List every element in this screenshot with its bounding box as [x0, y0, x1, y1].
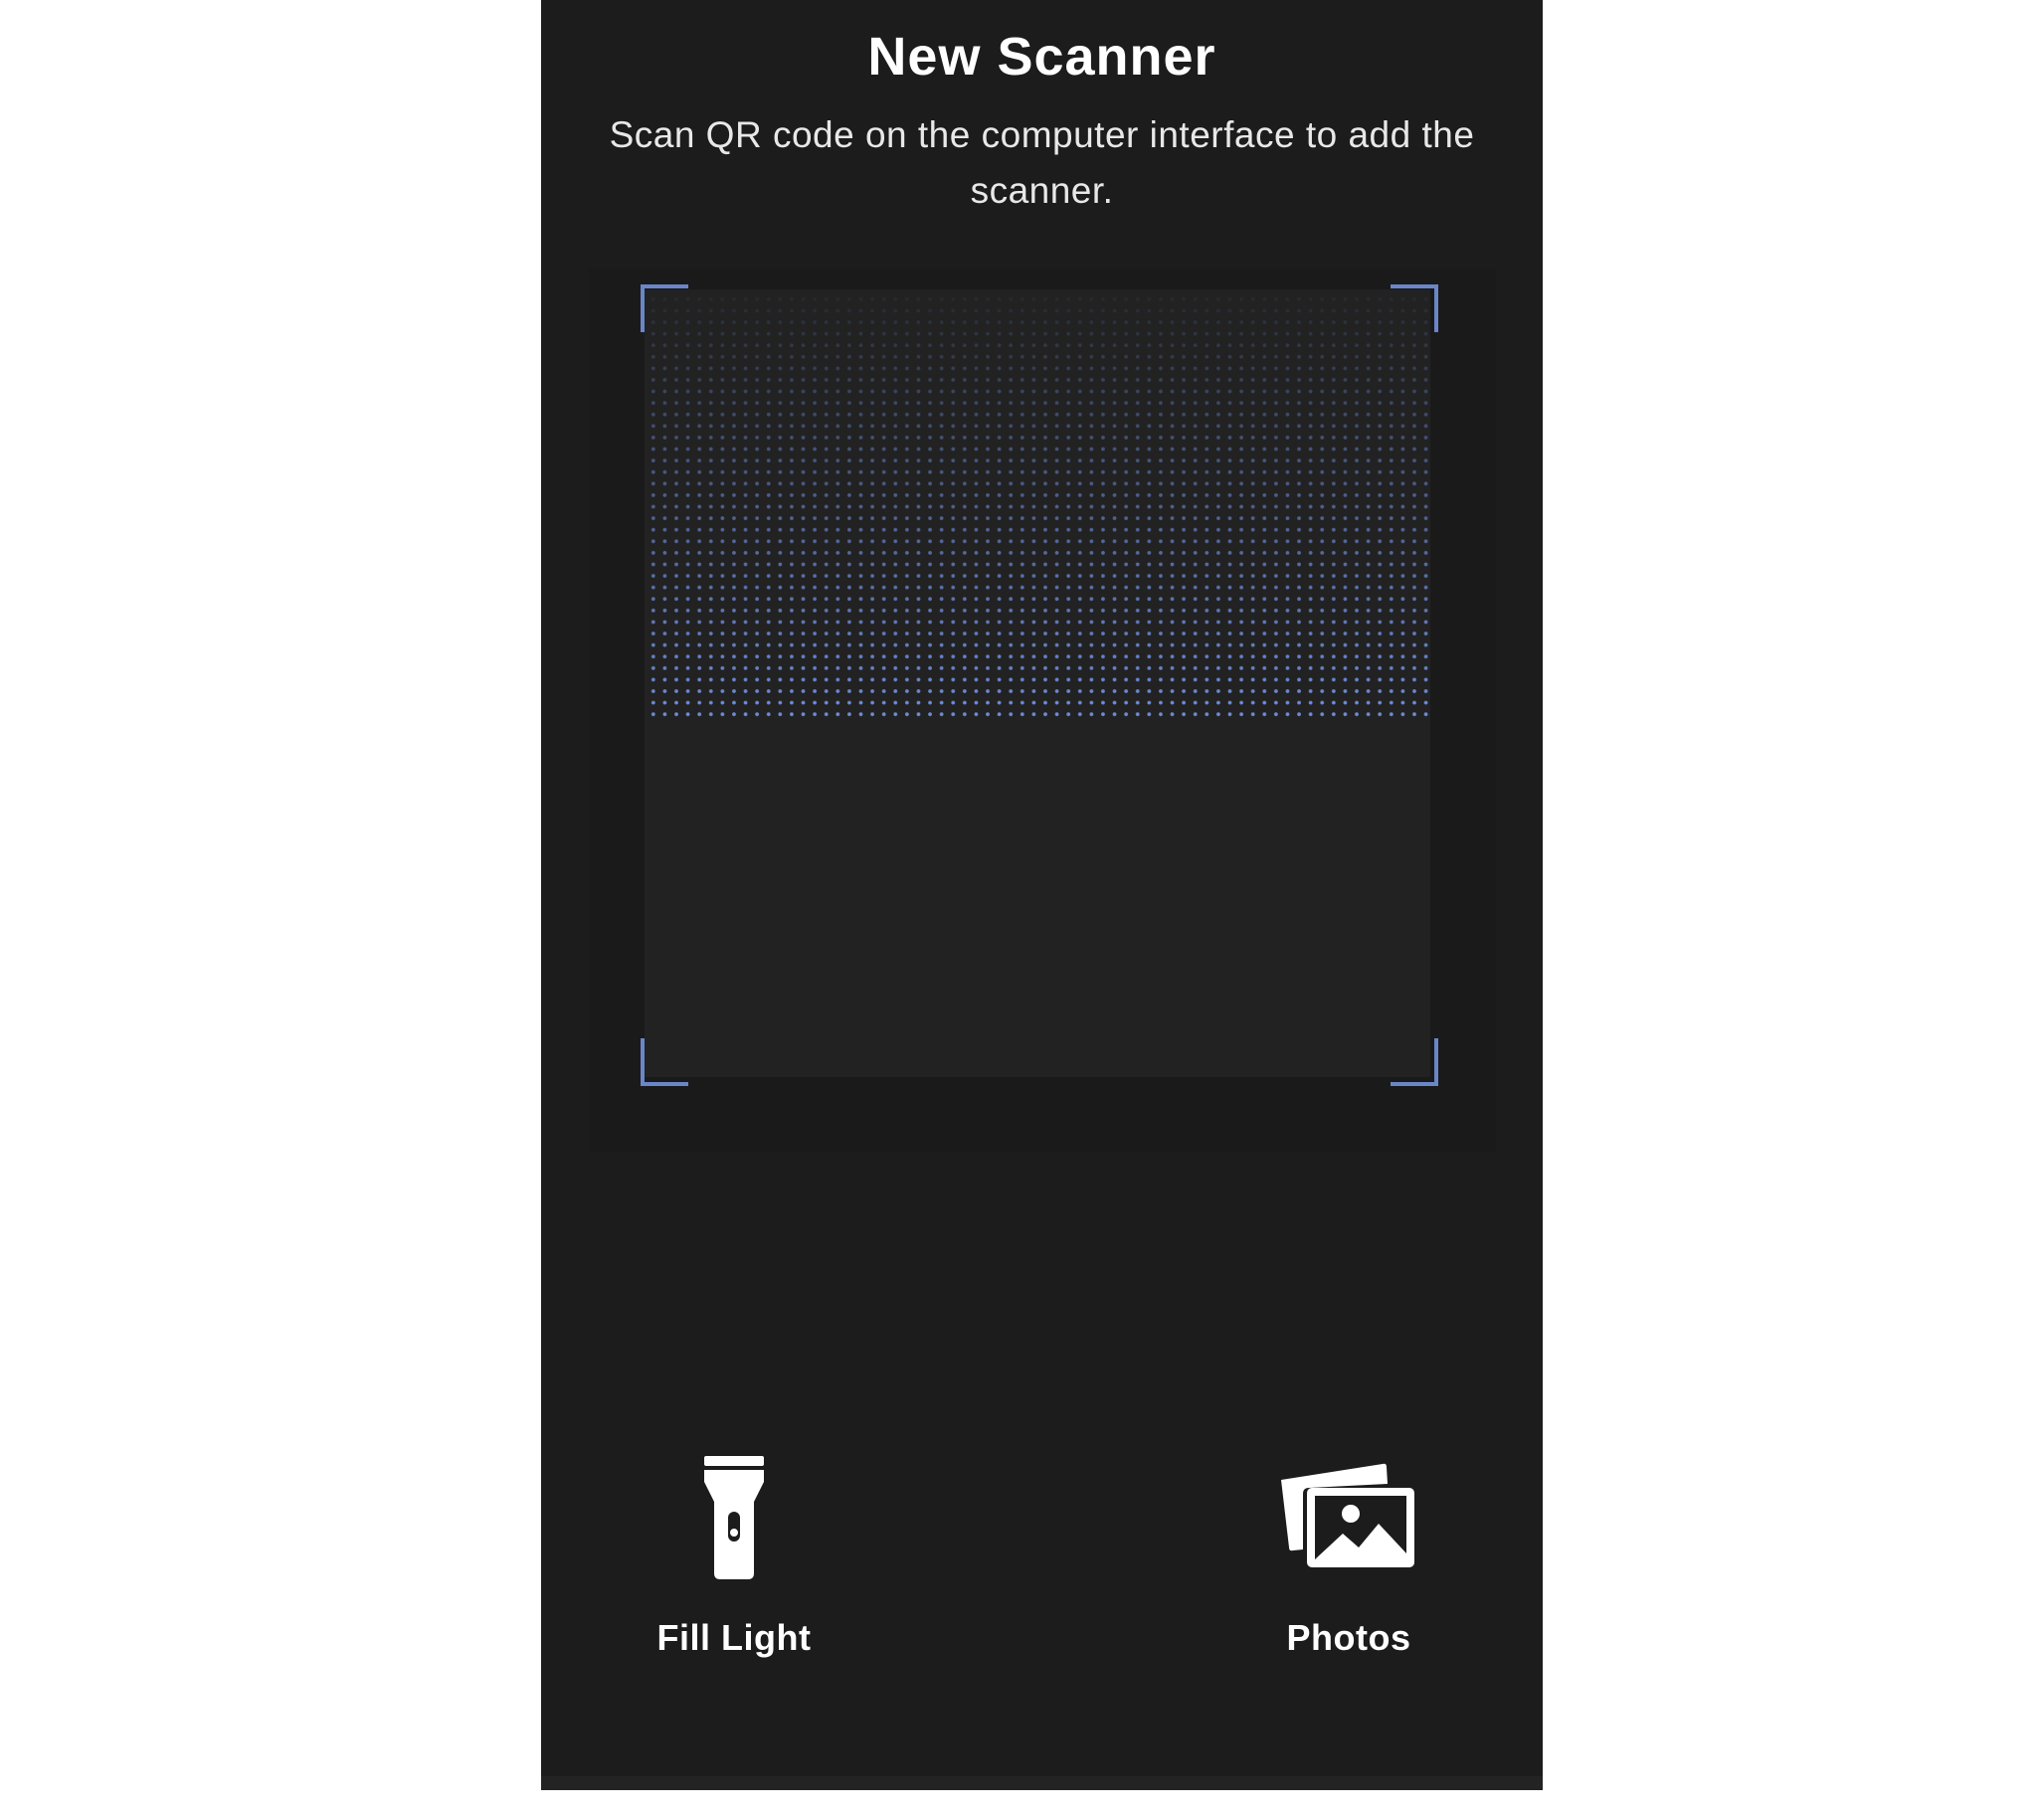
flashlight-icon: [625, 1456, 843, 1581]
photos-icon: [1239, 1458, 1458, 1573]
viewfinder-corner-top-right: [1391, 284, 1438, 332]
fill-light-label: Fill Light: [656, 1617, 812, 1658]
viewfinder-corner-bottom-left: [641, 1038, 688, 1086]
photos-label: Photos: [1286, 1617, 1411, 1658]
page-subtitle: Scan QR code on the computer interface t…: [609, 114, 1475, 211]
viewfinder-corner-bottom-right: [1391, 1038, 1438, 1086]
scan-line-animation: [645, 289, 1430, 717]
screen-bottom-edge: [541, 1776, 1543, 1790]
viewfinder-corner-top-left: [641, 284, 688, 332]
fill-light-button[interactable]: Fill Light: [625, 1452, 843, 1671]
screenshot-canvas: New Scanner Scan QR code on the computer…: [0, 0, 2044, 1818]
page-title: New Scanner: [867, 27, 1216, 87]
photos-button[interactable]: Photos: [1239, 1452, 1458, 1671]
phone-screen: New Scanner Scan QR code on the computer…: [541, 0, 1543, 1790]
qr-scan-viewfinder: [645, 289, 1430, 1077]
